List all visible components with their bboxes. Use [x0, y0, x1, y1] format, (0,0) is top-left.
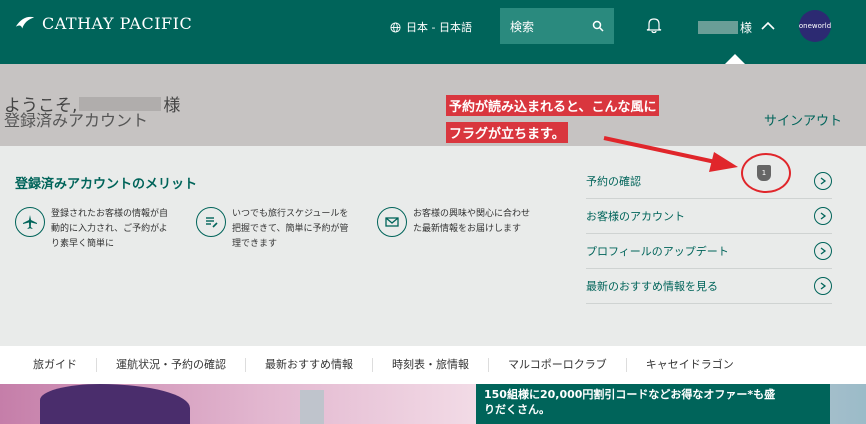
redacted-username — [698, 21, 738, 34]
nav-item-offers[interactable]: 最新おすすめ情報 — [246, 358, 373, 372]
chevron-up-icon[interactable] — [760, 18, 776, 34]
link-label: プロフィールのアップデート — [586, 245, 729, 258]
account-links: 予約の確認 お客様のアカウント プロフィールのアップデート 最新のおすすめ情報を… — [586, 164, 832, 304]
airplane-icon — [15, 207, 45, 237]
cathay-logo[interactable]: CATHAY PACIFIC — [14, 12, 192, 34]
search-icon[interactable] — [592, 20, 604, 32]
envelope-icon — [377, 207, 407, 237]
link-label: 予約の確認 — [586, 175, 641, 188]
hero-tower — [300, 390, 324, 424]
oneworld-label: oneworld — [798, 22, 832, 30]
link-label: お客様のアカウント — [586, 210, 685, 223]
benefit-text: お客様の興味や関心に合わせ た最新情報をお届けします — [413, 209, 531, 234]
annotation-circle — [741, 153, 791, 193]
welcome-banner: ようこそ, 様 登録済みアカウント サインアウト — [0, 64, 866, 146]
logo-text: CATHAY PACIFIC — [42, 13, 193, 33]
benefit-item: 登録されたお客様の情報が自 動的に入力され、ご予約がよ り素早く簡単に — [15, 207, 168, 252]
language-label: 日本 - 日本語 — [406, 21, 472, 34]
greeting-suffix: 様 — [163, 96, 181, 116]
chevron-right-icon[interactable] — [814, 172, 832, 190]
brushwing-logo-icon — [15, 16, 35, 29]
chevron-right-icon[interactable] — [814, 207, 832, 225]
link-latest-offers[interactable]: 最新のおすすめ情報を見る — [586, 269, 832, 304]
benefit-text: 登録されたお客様の情報が自 動的に入力され、ご予約がよ り素早く簡単に — [51, 209, 169, 249]
globe-icon — [390, 21, 401, 33]
link-manage-booking[interactable]: 予約の確認 — [586, 164, 832, 199]
benefits-title: 登録済みアカウントのメリット — [15, 177, 198, 192]
nav-item-marco-polo[interactable]: マルコポーロクラブ — [489, 358, 627, 372]
user-suffix: 様 — [740, 21, 753, 35]
search-box[interactable]: 検索 — [500, 8, 614, 44]
oneworld-logo[interactable]: oneworld — [799, 10, 831, 42]
nav-item-flight-status[interactable]: 運航状況・予約の確認 — [97, 358, 246, 372]
link-your-account[interactable]: お客様のアカウント — [586, 199, 832, 234]
dropdown-caret — [725, 54, 745, 64]
top-header: CATHAY PACIFIC 日本 - 日本語 検索 様 oneworld — [0, 0, 866, 64]
link-label: 最新のおすすめ情報を見る — [586, 280, 718, 293]
nav-item-timetable[interactable]: 時刻表・旅情報 — [373, 358, 489, 372]
annotation-line-1: 予約が読み込まれると、こんな風に — [446, 95, 660, 116]
main-nav: 旅ガイド 運航状況・予約の確認 最新おすすめ情報 時刻表・旅情報 マルコポーロク… — [0, 346, 866, 384]
hero-figure — [40, 384, 190, 424]
benefit-item: いつでも旅行スケジュールを 把握できて、簡単に予約が管 理できます — [196, 207, 349, 252]
user-menu[interactable]: 様 — [698, 19, 752, 36]
chevron-right-icon[interactable] — [814, 242, 832, 260]
bell-icon[interactable] — [646, 16, 662, 34]
account-type: 登録済みアカウント — [4, 111, 149, 130]
language-selector[interactable]: 日本 - 日本語 — [390, 19, 472, 35]
benefit-text: いつでも旅行スケジュールを 把握できて、簡単に予約が管 理できます — [232, 209, 349, 249]
chevron-right-icon[interactable] — [814, 277, 832, 295]
annotation-line-2: フラグが立ちます。 — [446, 122, 568, 143]
search-label: 検索 — [510, 19, 535, 34]
nav-item-cathay-dragon[interactable]: キャセイドラゴン — [627, 358, 753, 372]
signout-link[interactable]: サインアウト — [764, 110, 842, 129]
promo-line-1: 150組様に20,000円割引コードなどお得なオファー*も盛 — [484, 388, 776, 401]
promo-banner[interactable]: 150組様に20,000円割引コードなどお得なオファー*も盛 りだくさん。 — [476, 384, 830, 424]
nav-item-travel-guide[interactable]: 旅ガイド — [0, 358, 97, 372]
itinerary-list-icon — [196, 207, 226, 237]
link-update-profile[interactable]: プロフィールのアップデート — [586, 234, 832, 269]
benefit-item: お客様の興味や関心に合わせ た最新情報をお届けします — [377, 207, 530, 237]
promo-line-2: りだくさん。 — [484, 403, 550, 416]
